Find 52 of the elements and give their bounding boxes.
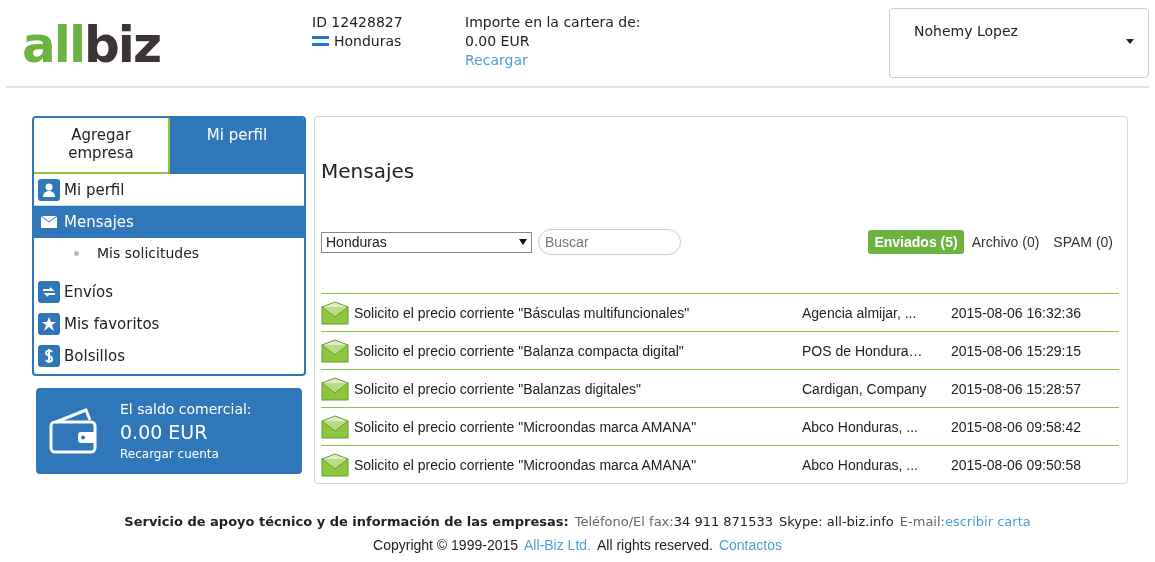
company-cell-text: Abco Honduras, ... — [802, 457, 919, 473]
company-cell-text: Cardigan, Company — [802, 380, 928, 397]
sidebar-tab[interactable]: Mi perfil — [170, 118, 304, 174]
company-cell-text: Abco Honduras, ... — [802, 418, 919, 435]
support-label: Servicio de apoyo técnico y de información de las empresas: — [124, 514, 569, 529]
balance-label: El saldo comercial: — [120, 401, 252, 417]
folder-tab[interactable]: SPAM (0) — [1047, 230, 1119, 254]
date-cell-text: 2015-08-06 09:58:42 — [951, 418, 1082, 435]
envelope-icon — [321, 338, 349, 363]
wallet-amount: 0.00 EUR — [465, 33, 531, 49]
menu-item[interactable]: Mensajes — [34, 206, 304, 238]
balance-amount: 0.00 EUR — [120, 421, 209, 443]
wallet-icon — [48, 408, 100, 454]
logo[interactable]: allbiz — [22, 20, 312, 70]
envelope-icon — [321, 300, 349, 325]
arrows-icon — [38, 281, 60, 303]
panel-title: Mensajes — [321, 159, 416, 183]
copyright: Copyright © 1999-2015 — [373, 537, 519, 553]
message-subject[interactable]: Solicito el precio corriente "Balanzas digitales" — [354, 380, 802, 397]
date-cell-text: 2015-08-06 15:28:57 — [951, 380, 1082, 397]
dollar-icon — [38, 345, 60, 367]
account-id: ID 12428827 — [312, 14, 404, 30]
country: Honduras — [334, 33, 402, 49]
date-cell-text: 2015-08-06 16:32:36 — [951, 304, 1082, 321]
phone-number: 34 911 871533 — [673, 514, 773, 529]
folder-tab[interactable]: Archivo (0) — [965, 230, 1046, 254]
rights-text: All rights reserved. — [596, 537, 713, 553]
message-subject[interactable]: Solicito el precio corriente "Básculas multifuncionales" — [354, 304, 802, 321]
phone-label: Teléfono/El fax: — [574, 514, 674, 529]
message-subject[interactable]: Solicito el precio corriente "Microondas marca AMANA" — [354, 457, 802, 473]
date-cell-text: 2015-08-06 09:50:58 — [951, 457, 1082, 473]
caret-icon — [519, 239, 527, 245]
user-icon — [38, 178, 60, 201]
message-subject[interactable]: Solicito el precio corriente "Balanza compacta digital" — [354, 342, 802, 359]
country-select[interactable]: Honduras — [321, 231, 532, 253]
date-cell-text: 2015-08-06 15:29:15 — [951, 342, 1082, 359]
message-subject[interactable]: Solicito el precio corriente "Microondas marca AMANA" — [354, 418, 802, 435]
user-dropdown[interactable]: Nohemy Lopez — [889, 8, 1149, 78]
caret-icon — [1126, 39, 1134, 44]
skype-info: Skype: all-biz.info — [778, 514, 894, 529]
sidebar-tab[interactable]: Agregar empresa — [34, 118, 170, 174]
email-label: E-mail: — [899, 514, 945, 529]
recharge-account-link[interactable]: Recargar cuenta — [120, 447, 252, 461]
submenu-item[interactable]: Mis solicitudes — [34, 238, 304, 268]
envelope-icon — [321, 376, 349, 401]
envelope-icon — [321, 453, 349, 477]
wallet-label: Importe en la cartera de: — [465, 14, 641, 30]
search-field[interactable]: Buscar — [538, 229, 681, 255]
flag-icon — [312, 36, 329, 46]
company-cell-text: POS de Hondura… — [802, 342, 924, 359]
envelope-icon — [321, 414, 349, 439]
company-cell-text: Agencia almijar, ... — [802, 304, 918, 321]
